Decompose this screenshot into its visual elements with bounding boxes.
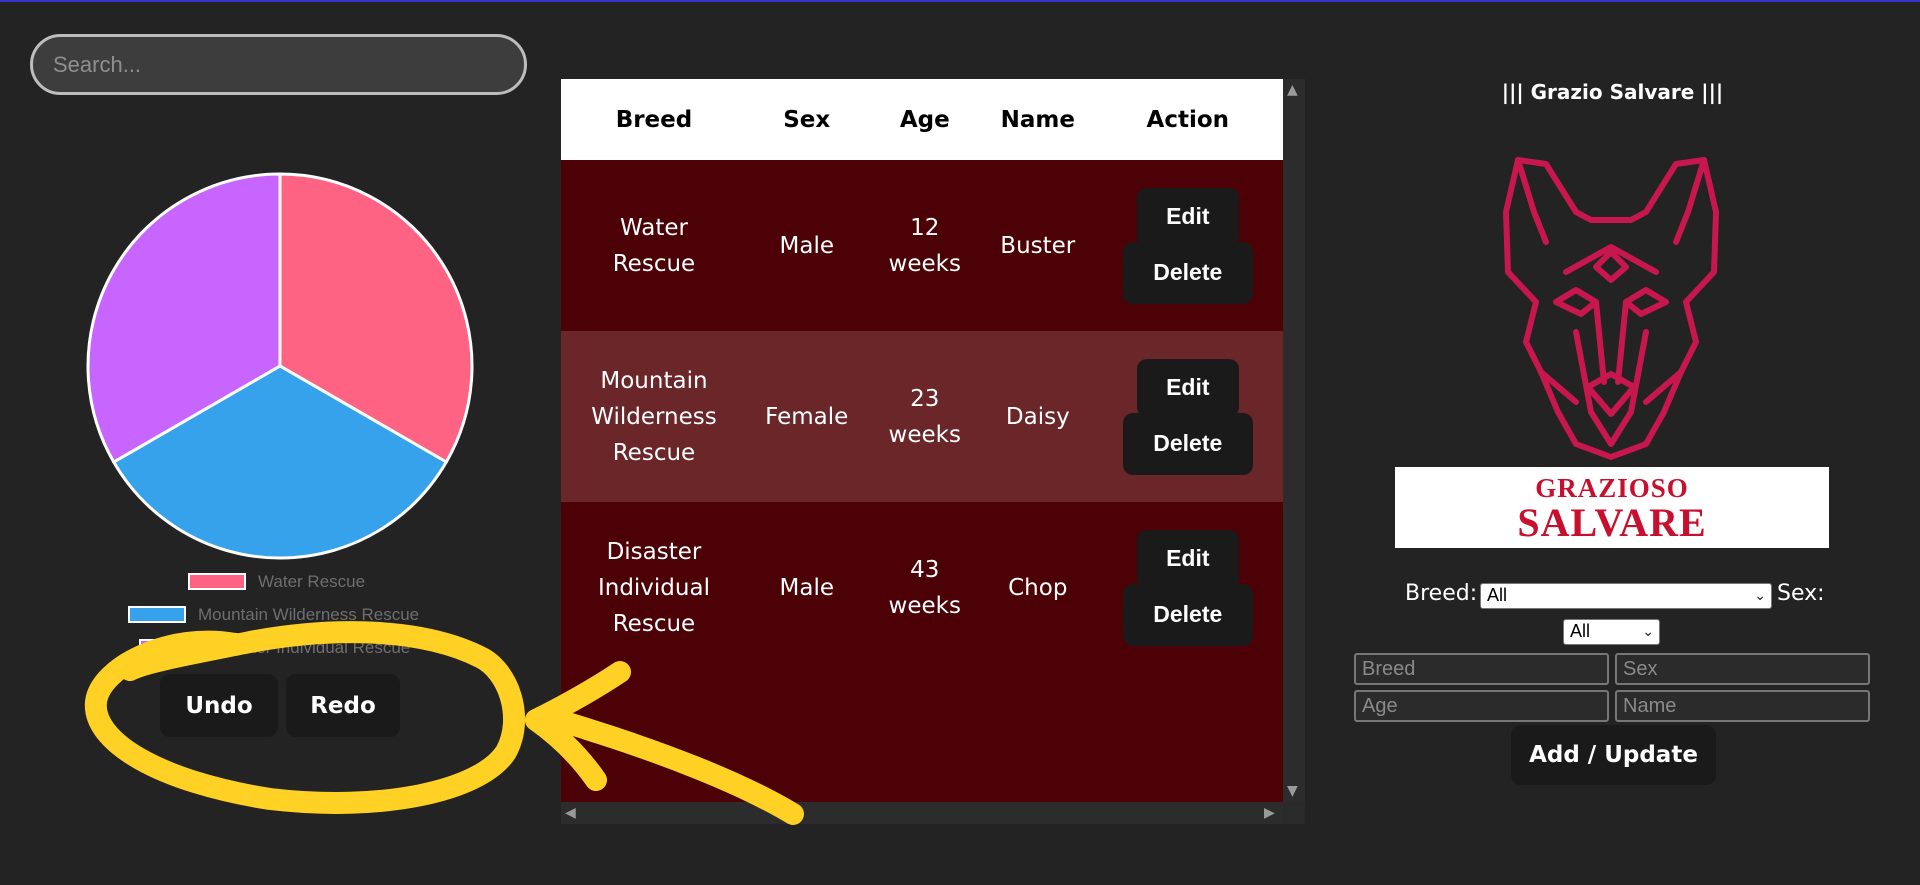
dogs-table: Breed Sex Age Name Action Water Rescue M… (561, 79, 1283, 673)
cell-sex: Male (779, 574, 834, 601)
column-header-sex[interactable]: Sex (747, 79, 867, 160)
horizontal-scrollbar[interactable]: ◀ ▶ (561, 802, 1283, 824)
legend-swatch-mountain-wilderness-rescue[interactable] (128, 606, 186, 623)
undo-button[interactable]: Undo (160, 674, 278, 737)
name-input[interactable] (1615, 690, 1870, 722)
sex-filter-label: Sex: (1777, 581, 1825, 606)
redo-button[interactable]: Redo (286, 674, 400, 737)
table-row: Disaster Individual Rescue Male 43 weeks… (561, 502, 1283, 673)
column-header-action: Action (1146, 106, 1230, 133)
dogs-table-panel: Breed Sex Age Name Action Water Rescue M… (561, 79, 1305, 824)
cell-action: Edit Delete (1093, 502, 1283, 673)
column-header-breed[interactable]: Breed (561, 79, 747, 160)
legend-swatch-water-rescue[interactable] (188, 573, 246, 590)
cell-breed: Mountain Wilderness Rescue (591, 367, 717, 466)
cell-sex: Female (765, 403, 849, 430)
add-update-button[interactable]: Add / Update (1511, 725, 1716, 785)
brand-title: ||| Grazio Salvare ||| (1501, 80, 1724, 104)
column-header-age[interactable]: Age (867, 79, 983, 160)
logo-bottom-text: SALVARE (1517, 500, 1707, 545)
cell-action: Edit Delete (1093, 331, 1283, 502)
legend-label-mountain-wilderness-rescue[interactable]: Mountain Wilderness Rescue (198, 605, 419, 625)
cell-sex: Male (779, 232, 834, 259)
cell-age: 12 weeks (888, 214, 961, 277)
cell-name: Chop (1008, 574, 1068, 601)
dog-logo-icon (1503, 157, 1719, 460)
legend-label-water-rescue[interactable]: Water Rescue (258, 572, 365, 592)
cell-breed: Disaster Individual Rescue (597, 538, 710, 637)
sex-filter-select[interactable]: All ⌄ (1563, 619, 1660, 645)
column-header-name[interactable]: Name (983, 79, 1093, 160)
cell-action: Edit Delete (1093, 160, 1283, 331)
legend-swatch-disaster-individual-rescue[interactable] (139, 639, 197, 656)
sex-input[interactable] (1615, 653, 1870, 685)
scroll-down-icon[interactable]: ▼ (1287, 784, 1298, 798)
breed-filter-label: Breed: (1405, 581, 1478, 606)
edit-button[interactable]: Edit (1136, 358, 1239, 417)
search-input[interactable] (30, 34, 527, 95)
dogs-table-viewport[interactable]: Breed Sex Age Name Action Water Rescue M… (561, 79, 1283, 802)
chevron-down-icon: ⌄ (1642, 623, 1654, 639)
breed-filter-value: All (1487, 585, 1508, 605)
cell-name: Daisy (1005, 403, 1070, 430)
scroll-left-icon[interactable]: ◀ (565, 806, 576, 820)
table-row: Mountain Wilderness Rescue Female 23 wee… (561, 331, 1283, 502)
delete-button[interactable]: Delete (1122, 412, 1253, 475)
breed-input[interactable] (1354, 653, 1609, 685)
table-row: Water Rescue Male 12 weeks Buster Edit D… (561, 160, 1283, 331)
scroll-right-icon[interactable]: ▶ (1264, 806, 1275, 820)
table-header-row: Breed Sex Age Name Action (561, 79, 1283, 160)
cell-breed: Water Rescue (612, 214, 696, 277)
vertical-scrollbar[interactable]: ▲ ▼ (1283, 79, 1305, 802)
edit-button[interactable]: Edit (1136, 529, 1239, 588)
scroll-up-icon[interactable]: ▲ (1287, 83, 1298, 97)
edit-button[interactable]: Edit (1136, 187, 1239, 246)
breed-pie-chart (86, 172, 474, 560)
cell-age: 43 weeks (888, 556, 961, 619)
pie-legend: Water Rescue Mountain Wilderness Rescue … (0, 568, 560, 664)
delete-button[interactable]: Delete (1122, 241, 1253, 304)
sex-filter-value: All (1570, 621, 1591, 641)
cell-name: Buster (1000, 232, 1076, 259)
chevron-down-icon: ⌄ (1754, 587, 1766, 603)
delete-button[interactable]: Delete (1122, 583, 1253, 646)
cell-age: 23 weeks (888, 385, 961, 448)
breed-filter-select[interactable]: All ⌄ (1480, 583, 1772, 609)
legend-label-disaster-individual-rescue[interactable]: Disaster Individual Rescue (209, 638, 410, 658)
brand-logo: GRAZIOSO SALVARE (1395, 467, 1829, 548)
age-input[interactable] (1354, 690, 1609, 722)
